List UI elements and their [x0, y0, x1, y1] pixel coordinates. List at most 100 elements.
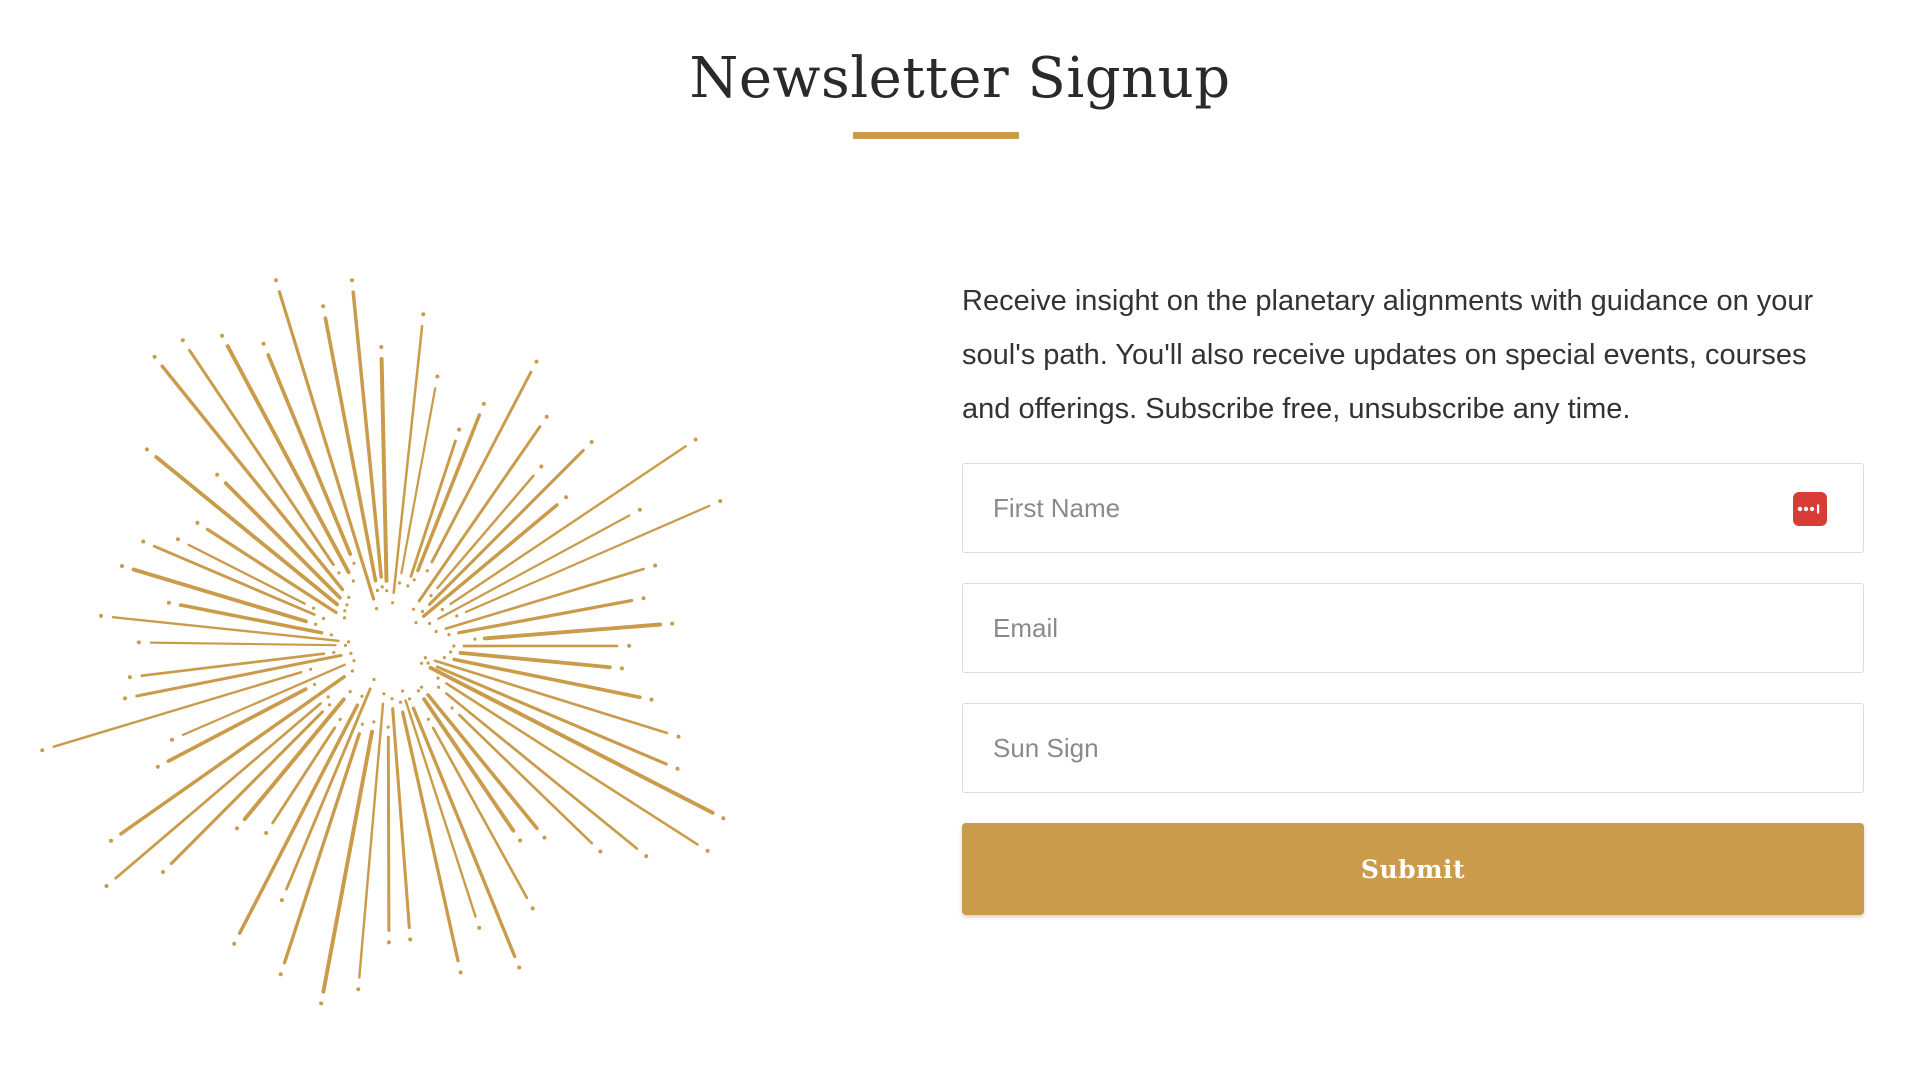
starburst-dot [343, 609, 347, 613]
starburst-dot [425, 569, 429, 573]
sun-sign-input[interactable] [993, 704, 1793, 792]
starburst-dot [350, 669, 354, 673]
starburst-dot [342, 616, 347, 620]
first-name-input[interactable] [993, 464, 1793, 552]
starburst-dot [141, 539, 146, 544]
starburst-dot [397, 581, 402, 585]
starburst-dot [352, 561, 356, 565]
starburst-dot [637, 507, 642, 512]
first-name-field[interactable] [962, 463, 1864, 553]
starburst-dot [644, 854, 649, 859]
starburst-dot [313, 682, 317, 687]
title-underline [853, 132, 1019, 139]
starburst-dot [442, 655, 446, 660]
starburst-dot [675, 766, 680, 771]
starburst-dot [99, 613, 103, 618]
starburst-dot [437, 685, 441, 689]
starburst-dot [447, 633, 451, 637]
starburst-dot [329, 633, 333, 637]
starburst-dot [477, 925, 482, 930]
starburst-dot [40, 748, 45, 753]
starburst-dot [670, 621, 675, 626]
starburst-dot [408, 937, 413, 942]
starburst-dot [220, 333, 225, 338]
starburst-dot [279, 898, 284, 903]
starburst-dot [195, 520, 200, 525]
newsletter-description: Receive insight on the planetary alignme… [962, 285, 1814, 425]
starburst-dot [449, 650, 453, 654]
starburst-ray [482, 622, 663, 641]
starburst-dot [332, 650, 336, 655]
starburst-dot [273, 278, 278, 283]
starburst-dot [530, 906, 535, 911]
starburst-dot [429, 594, 433, 598]
starburst-ray [421, 503, 559, 618]
starburst-dot [232, 941, 237, 946]
starburst-ray [449, 445, 687, 606]
starburst-dot [346, 640, 351, 644]
starburst-dot [457, 427, 462, 432]
starburst-dot [120, 564, 124, 568]
starburst-dot [390, 697, 394, 701]
starburst-dot [450, 706, 454, 710]
starburst-dot [414, 621, 418, 625]
starburst-dot [406, 584, 410, 588]
starburst-dot [375, 588, 379, 593]
starburst-dot [109, 838, 113, 843]
email-field[interactable] [962, 583, 1864, 673]
starburst-dot [374, 607, 379, 611]
starburst-dot [544, 414, 549, 419]
submit-button[interactable]: Submit [962, 823, 1864, 915]
starburst-dot [473, 637, 477, 641]
starburst-dot [382, 692, 386, 696]
starburst-dot [350, 278, 354, 283]
starburst-dot [539, 464, 544, 469]
starburst-dot [215, 472, 220, 477]
starburst-ray [152, 544, 316, 616]
starburst-dot [321, 304, 326, 309]
starburst-dot [589, 440, 594, 444]
starburst-dot [170, 737, 174, 742]
starburst-dot [420, 609, 425, 614]
starburst-dot [455, 614, 459, 618]
starburst-dot [386, 725, 390, 729]
starburst-dot [426, 661, 430, 665]
starburst-dot [391, 601, 395, 605]
email-input[interactable] [993, 584, 1793, 672]
starburst-ray [391, 707, 411, 930]
starburst-ray [282, 732, 361, 965]
starburst-dot [721, 816, 726, 821]
starburst-ray [149, 641, 337, 647]
starburst-dot [385, 589, 389, 593]
starburst-dot [423, 656, 427, 660]
sun-sign-field[interactable] [962, 703, 1864, 793]
starburst-ray [223, 481, 342, 600]
starburst-dot [676, 734, 681, 739]
starburst-dot [312, 606, 316, 610]
starburst-ray [464, 504, 711, 614]
starburst-ray [452, 657, 642, 700]
starburst-dot [379, 345, 384, 349]
starburst-dot [261, 341, 266, 346]
starburst-ray [386, 735, 391, 932]
starburst-dot [416, 689, 421, 693]
starburst-dot [321, 616, 326, 621]
starburst-ray [379, 357, 389, 583]
starburst-dot [564, 495, 569, 500]
starburst-dot [481, 401, 486, 406]
starburst-dot [161, 870, 165, 874]
starburst-dot [718, 499, 723, 504]
starburst-dot [534, 359, 539, 364]
starburst-dot [380, 585, 384, 589]
starburst-dot [372, 677, 376, 682]
starburst-dot [356, 987, 361, 992]
starburst-dot [360, 722, 364, 726]
starburst-dot [641, 596, 646, 601]
starburst-ray [119, 675, 346, 836]
starburst-dot [693, 437, 698, 442]
starburst-dot [412, 578, 416, 582]
starburst-dot [235, 826, 239, 831]
autofill-icon[interactable] [1793, 492, 1827, 526]
starburst-dot [264, 831, 269, 835]
starburst-dot [352, 659, 356, 663]
